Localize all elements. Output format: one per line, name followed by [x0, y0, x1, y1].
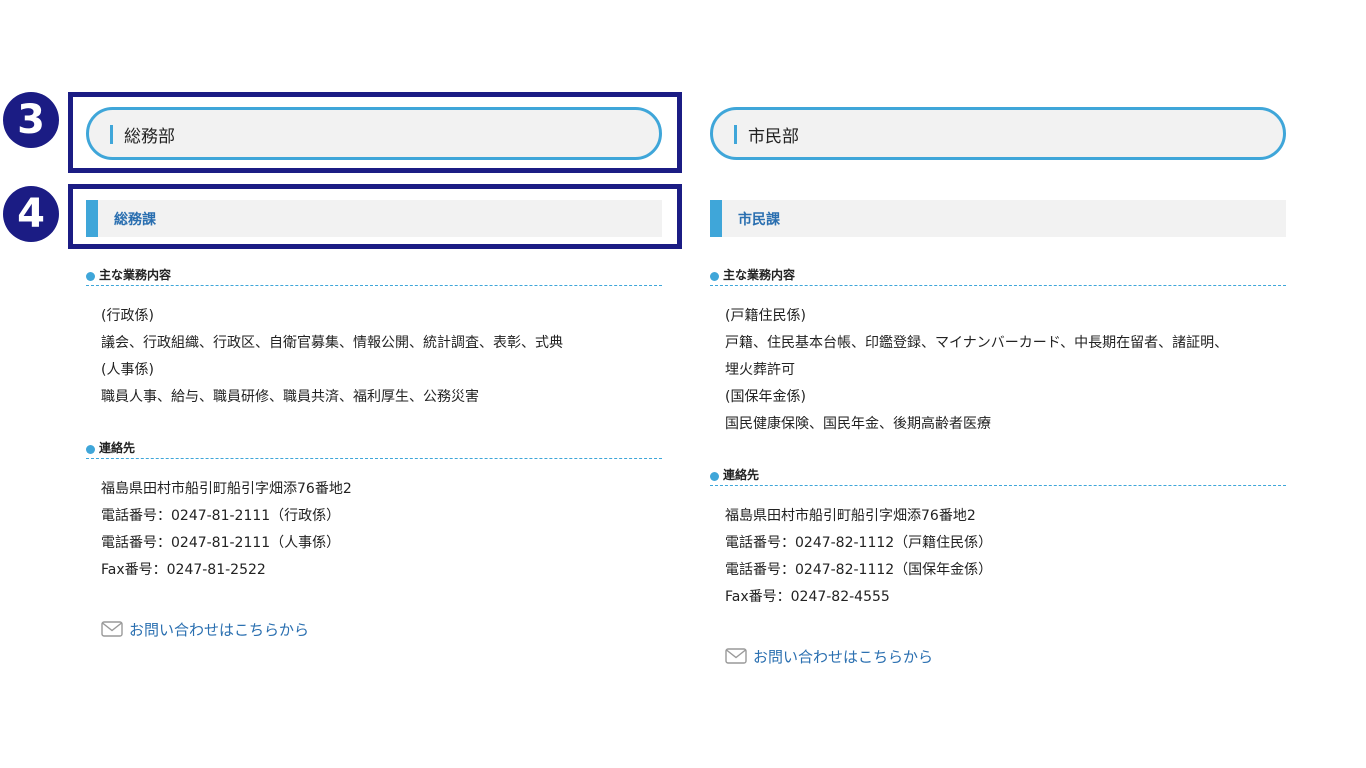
contact-phone: 電話番号：0247-81-2111（行政係） — [101, 508, 341, 524]
duties-subheading: 主な業務内容 — [710, 267, 1286, 286]
contact-subheading: 連絡先 — [710, 467, 1286, 486]
contact-subheading: 連絡先 — [86, 440, 662, 459]
mail-icon — [725, 648, 747, 664]
section-title: 市民課 — [738, 212, 780, 228]
contact-fax: Fax番号：0247-81-2522 — [101, 562, 266, 578]
contact-phone: 電話番号：0247-82-1112（国保年金係） — [725, 562, 993, 578]
bullet-dot-icon — [86, 445, 95, 454]
section-title: 総務課 — [114, 212, 156, 228]
contact-address: 福島県田村市船引町船引字畑添76番地2 — [725, 508, 976, 524]
contact-fax: Fax番号：0247-82-4555 — [725, 589, 890, 605]
duties-line: 埋火葬許可 — [725, 362, 795, 378]
section-accent-bar — [710, 200, 722, 237]
duties-line: (国保年金係) — [725, 389, 806, 405]
duties-line: 職員人事、給与、職員研修、職員共済、福利厚生、公務災害 — [101, 389, 479, 405]
duties-line: (人事係) — [101, 362, 154, 378]
contact-phone: 電話番号：0247-81-2111（人事係） — [101, 535, 341, 551]
section-heading-shiminka: 市民課 — [710, 200, 1286, 237]
mail-icon — [101, 621, 123, 637]
duties-line: 国民健康保険、国民年金、後期高齢者医療 — [725, 416, 991, 432]
contact-list: 福島県田村市船引町船引字畑添76番地2 電話番号：0247-81-2111（行政… — [101, 476, 352, 584]
section-accent-bar — [86, 200, 98, 237]
duties-line: 戸籍、住民基本台帳、印鑑登録、マイナンバーカード、中長期在留者、諸証明、 — [725, 335, 1229, 351]
step-3-badge: 3 — [3, 92, 59, 148]
duties-list: (行政係) 議会、行政組織、行政区、自衛官募集、情報公開、統計調査、表彰、式典 … — [101, 303, 563, 411]
inquiry-link[interactable]: お問い合わせはこちらから — [101, 618, 309, 640]
duties-line: (行政係) — [101, 308, 154, 324]
bullet-dot-icon — [86, 272, 95, 281]
contact-phone: 電話番号：0247-82-1112（戸籍住民係） — [725, 535, 993, 551]
duties-line: 議会、行政組織、行政区、自衛官募集、情報公開、統計調査、表彰、式典 — [101, 335, 563, 351]
duties-list: (戸籍住民係) 戸籍、住民基本台帳、印鑑登録、マイナンバーカード、中長期在留者、… — [725, 303, 1228, 438]
heading-accent-bar — [110, 125, 113, 144]
heading-accent-bar — [734, 125, 737, 144]
bullet-dot-icon — [710, 272, 719, 281]
department-title: 市民部 — [748, 127, 799, 147]
department-heading-shimin: 市民部 — [710, 107, 1286, 160]
inquiry-link[interactable]: お問い合わせはこちらから — [725, 645, 933, 667]
step-4-badge: 4 — [3, 186, 59, 242]
contact-address: 福島県田村市船引町船引字畑添76番地2 — [101, 481, 352, 497]
inquiry-link-label: お問い合わせはこちらから — [129, 620, 310, 639]
department-heading-somu: 総務部 — [86, 107, 662, 160]
inquiry-link-label: お問い合わせはこちらから — [753, 647, 934, 666]
section-heading-somuka: 総務課 — [86, 200, 662, 237]
duties-subheading: 主な業務内容 — [86, 267, 662, 286]
bullet-dot-icon — [710, 472, 719, 481]
contact-list: 福島県田村市船引町船引字畑添76番地2 電話番号：0247-82-1112（戸籍… — [725, 503, 992, 611]
department-title: 総務部 — [124, 127, 175, 147]
duties-line: (戸籍住民係) — [725, 308, 806, 324]
